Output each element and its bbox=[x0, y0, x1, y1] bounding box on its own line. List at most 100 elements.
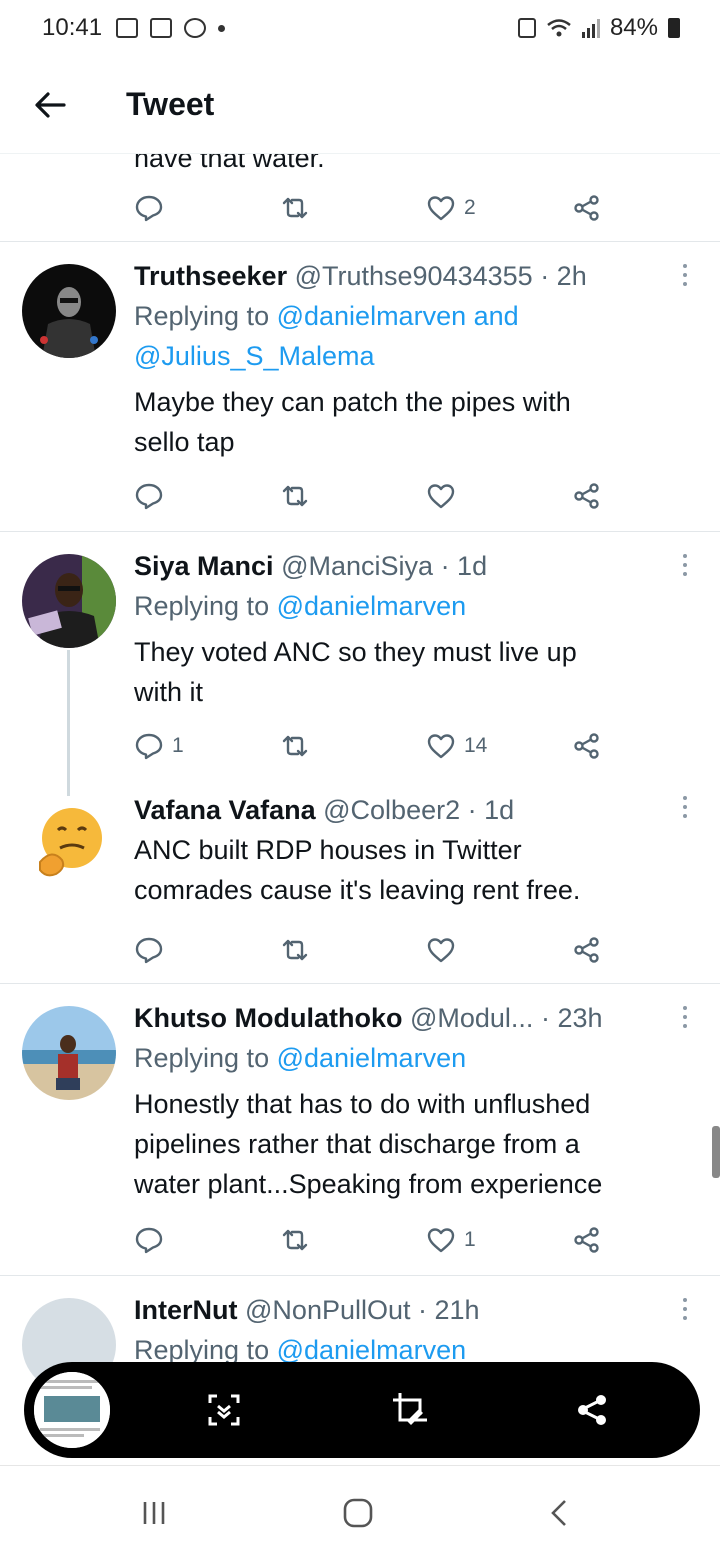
tweet-actions: 1 bbox=[134, 1220, 614, 1260]
more-options-icon[interactable] bbox=[680, 1006, 690, 1028]
tweet-text-line: ANC built RDP houses in Twitter bbox=[134, 835, 522, 865]
like-button[interactable]: 2 bbox=[426, 188, 476, 228]
tweet-text-line: with it bbox=[134, 677, 204, 707]
like-button[interactable] bbox=[426, 930, 456, 970]
display-name[interactable]: Siya Manci bbox=[134, 551, 274, 581]
share-icon bbox=[574, 195, 599, 221]
display-name[interactable]: Truthseeker bbox=[134, 261, 287, 291]
home-icon[interactable] bbox=[338, 1493, 378, 1533]
reply-button[interactable] bbox=[134, 1220, 164, 1260]
share-button[interactable] bbox=[572, 476, 602, 516]
crop-edit-icon[interactable] bbox=[390, 1390, 430, 1430]
heart-icon bbox=[427, 1228, 455, 1253]
user-handle[interactable]: @NonPullOut bbox=[245, 1295, 410, 1325]
user-handle[interactable]: @ManciSiya bbox=[281, 551, 433, 581]
tweet-item[interactable]: Khutso Modulathoko @Modul... · 23h Reply… bbox=[0, 984, 720, 1276]
share-icon[interactable] bbox=[572, 1390, 612, 1430]
display-name[interactable]: Khutso Modulathoko bbox=[134, 1003, 402, 1033]
mention-link[interactable]: @danielmarven bbox=[277, 1043, 467, 1073]
user-handle[interactable]: @Truthse90434355 bbox=[295, 261, 533, 291]
avatar[interactable] bbox=[22, 796, 116, 890]
page-title: Tweet bbox=[126, 86, 215, 122]
more-options-icon[interactable] bbox=[680, 1298, 690, 1320]
recent-apps-icon[interactable] bbox=[134, 1493, 174, 1533]
retweet-button[interactable] bbox=[280, 1220, 310, 1260]
back-arrow-icon[interactable] bbox=[30, 85, 70, 125]
tweet-body: Truthseeker @Truthse90434355 · 2h Replyi… bbox=[134, 256, 680, 462]
avatar[interactable] bbox=[22, 264, 116, 358]
display-name[interactable]: InterNut bbox=[134, 1295, 238, 1325]
user-handle[interactable]: @Colbeer2 bbox=[323, 795, 460, 825]
tweet-actions bbox=[134, 930, 614, 970]
tweet-body: Khutso Modulathoko @Modul... · 23h Reply… bbox=[134, 998, 680, 1204]
tweet-actions bbox=[134, 476, 614, 516]
like-button[interactable]: 14 bbox=[426, 726, 487, 766]
retweet-icon bbox=[282, 485, 308, 507]
tweet-body: Vafana Vafana @Colbeer2 · 1d ANC built R… bbox=[134, 790, 680, 910]
reply-button[interactable] bbox=[134, 188, 164, 228]
reply-button[interactable]: 1 bbox=[134, 726, 184, 766]
tweet-text-line: Maybe they can patch the pipes with bbox=[134, 387, 571, 417]
mention-link[interactable]: @danielmarven bbox=[277, 591, 467, 621]
more-options-icon[interactable] bbox=[680, 264, 690, 286]
tweet-header: Truthseeker @Truthse90434355 · 2h bbox=[134, 256, 680, 296]
tweet-item[interactable]: Truthseeker @Truthse90434355 · 2h Replyi… bbox=[0, 242, 720, 532]
share-icon bbox=[574, 733, 599, 759]
replying-label: Replying to bbox=[134, 301, 277, 331]
replying-to: Replying to @danielmarven bbox=[134, 586, 680, 626]
avatar[interactable] bbox=[22, 1006, 116, 1100]
share-button[interactable] bbox=[572, 930, 602, 970]
share-button[interactable] bbox=[572, 726, 602, 766]
back-icon[interactable] bbox=[540, 1493, 580, 1533]
tweet-body: InterNut @NonPullOut · 21h Replying to @… bbox=[134, 1290, 680, 1370]
mention-link[interactable]: @danielmarven and bbox=[277, 301, 519, 331]
retweet-button[interactable] bbox=[280, 726, 310, 766]
more-options-icon[interactable] bbox=[680, 554, 690, 576]
app-header: Tweet bbox=[0, 56, 720, 154]
mention-link[interactable]: @danielmarven bbox=[277, 1335, 467, 1365]
tweet-actions: 2 bbox=[134, 188, 614, 228]
like-button[interactable]: 1 bbox=[426, 1220, 476, 1260]
cut-off-tweet[interactable]: have that water. 2 bbox=[0, 154, 720, 242]
tweet-item[interactable]: Vafana Vafana @Colbeer2 · 1d ANC built R… bbox=[0, 776, 720, 984]
tweet-time: · 1d bbox=[440, 551, 488, 581]
battery-percent: 84% bbox=[609, 14, 658, 41]
tweet-feed[interactable]: have that water. 2 Truthseeker @Truthse9… bbox=[0, 154, 720, 1386]
screenshot-icon bbox=[150, 18, 173, 38]
tweet-text-line: sello tap bbox=[134, 427, 235, 457]
screenshot-thumbnail[interactable] bbox=[28, 1366, 116, 1454]
mention-link[interactable]: @Julius_S_Malema bbox=[134, 341, 375, 371]
avatar[interactable] bbox=[22, 554, 116, 648]
tweet-text-line: They voted ANC so they must live up bbox=[134, 637, 577, 667]
more-options-icon[interactable] bbox=[680, 796, 690, 818]
tweet-header: InterNut @NonPullOut · 21h bbox=[134, 1290, 680, 1330]
like-count: 2 bbox=[464, 196, 476, 219]
like-count: 1 bbox=[464, 1228, 476, 1251]
tweet-item[interactable]: Siya Manci @ManciSiya · 1d Replying to @… bbox=[0, 532, 720, 776]
user-handle[interactable]: @Modul... bbox=[410, 1003, 533, 1033]
tweet-time: · 2h bbox=[540, 261, 587, 291]
retweet-button[interactable] bbox=[280, 930, 310, 970]
share-button[interactable] bbox=[572, 188, 602, 228]
share-icon bbox=[574, 483, 599, 509]
retweet-icon bbox=[282, 1229, 308, 1251]
scroll-capture-icon[interactable] bbox=[204, 1390, 244, 1430]
heart-icon bbox=[427, 734, 455, 759]
tweet-text-line: pipelines rather that discharge from a bbox=[134, 1129, 580, 1159]
retweet-button[interactable] bbox=[280, 476, 310, 516]
like-button[interactable] bbox=[426, 476, 456, 516]
share-button[interactable] bbox=[572, 1220, 602, 1260]
reply-icon bbox=[135, 937, 163, 964]
tweet-text-line: water plant...Speaking from experience bbox=[134, 1169, 603, 1199]
retweet-button[interactable] bbox=[280, 188, 310, 228]
display-name[interactable]: Vafana Vafana bbox=[134, 795, 316, 825]
system-navigation-bar bbox=[0, 1466, 720, 1560]
reply-button[interactable] bbox=[134, 476, 164, 516]
notification-icons bbox=[116, 18, 226, 38]
reply-button[interactable] bbox=[134, 930, 164, 970]
reply-icon bbox=[135, 195, 163, 222]
data-saver-icon bbox=[517, 18, 536, 38]
signal-icon bbox=[581, 18, 600, 38]
status-bar: 10:41 84% bbox=[0, 0, 720, 56]
scrollbar-thumb[interactable] bbox=[712, 1126, 720, 1178]
